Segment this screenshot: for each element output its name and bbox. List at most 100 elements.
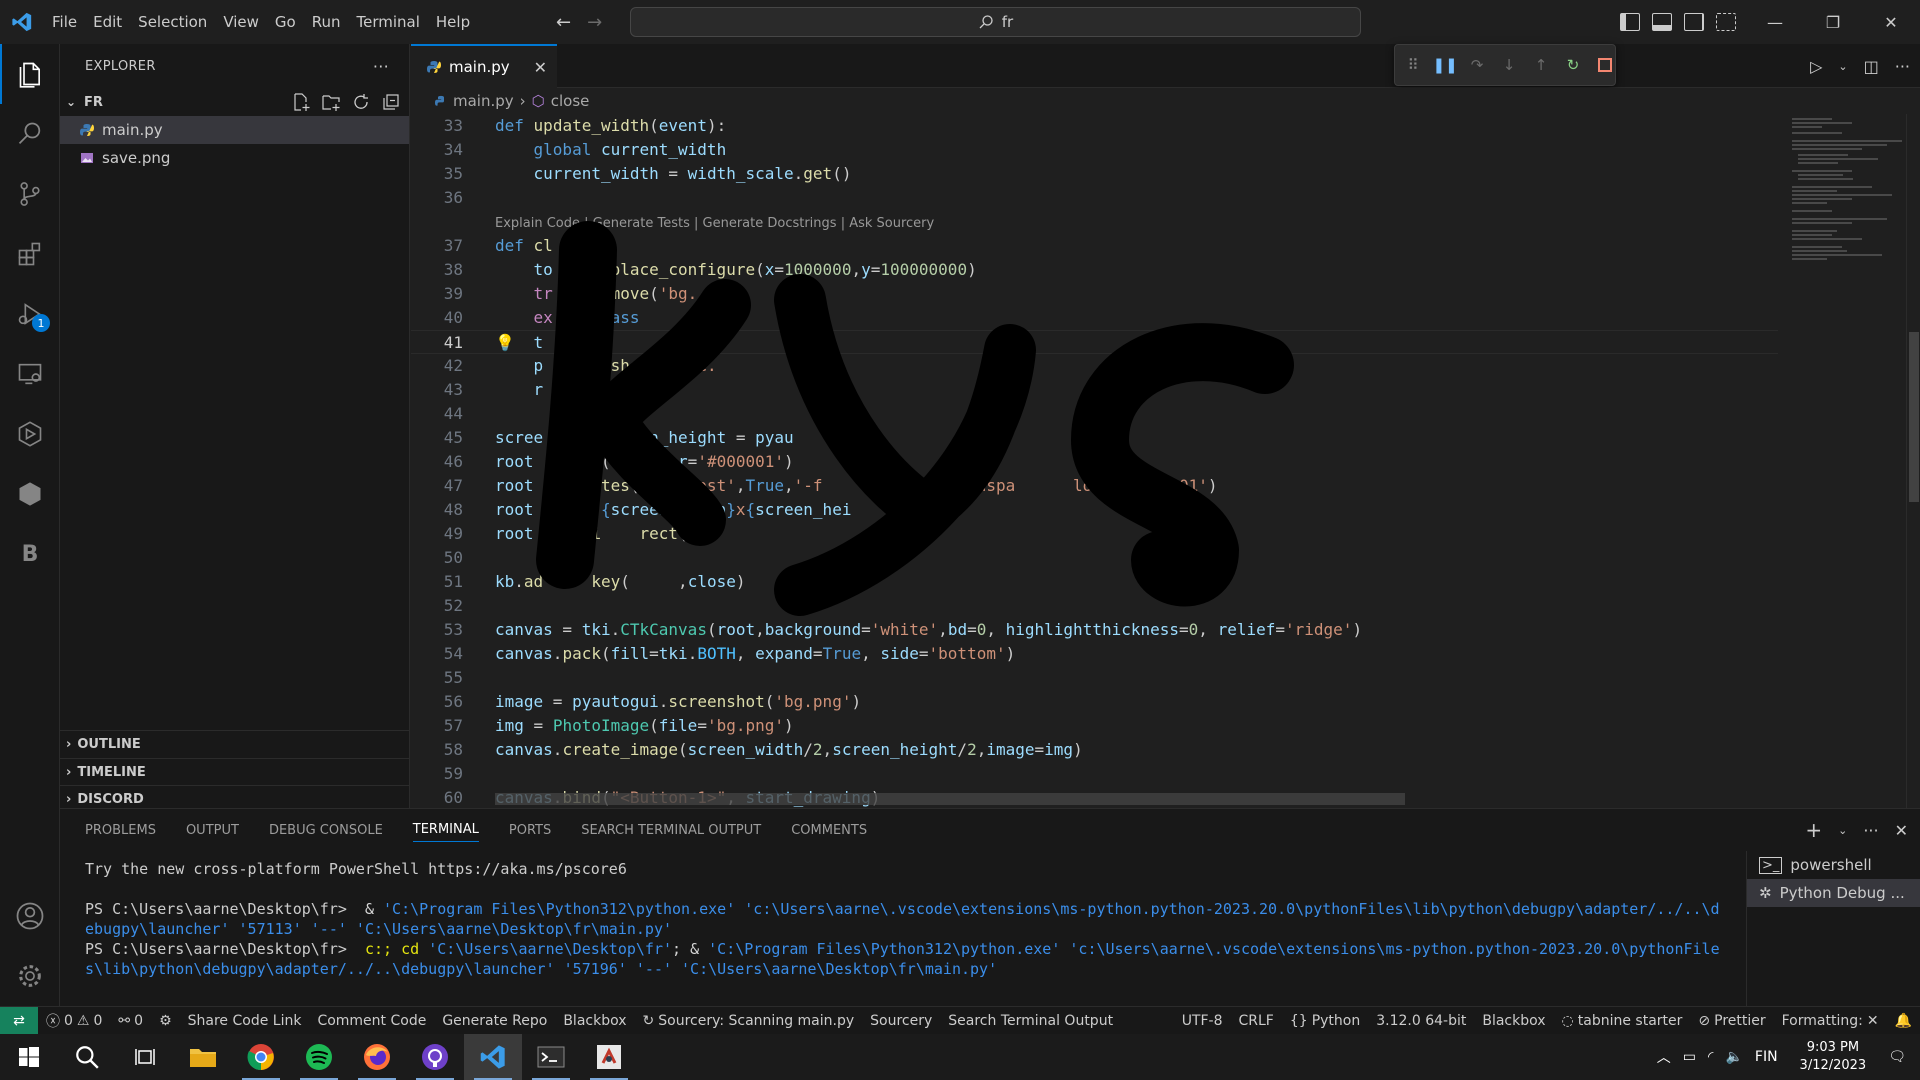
new-file-icon[interactable]: [291, 92, 311, 112]
menu-file[interactable]: File: [44, 0, 85, 44]
breadcrumb-symbol[interactable]: close: [551, 92, 590, 110]
stop-icon[interactable]: [1595, 55, 1615, 75]
breadcrumb-file[interactable]: main.py: [453, 92, 514, 110]
tab-main-py[interactable]: main.py ✕: [411, 44, 557, 88]
menu-go[interactable]: Go: [267, 0, 304, 44]
clock[interactable]: 9:03 PM 3/12/2023: [1790, 1039, 1877, 1075]
file-main-py[interactable]: main.py: [60, 116, 409, 144]
terminal-item-python-debug[interactable]: ✲ Python Debug ...: [1747, 879, 1920, 907]
toggle-secondary-sidebar-icon[interactable]: [1684, 13, 1704, 31]
more-actions-icon[interactable]: ···: [373, 57, 389, 76]
tab-terminal[interactable]: TERMINAL: [412, 822, 479, 842]
remote-indicator-icon[interactable]: ⇄: [0, 1006, 38, 1035]
tab-problems[interactable]: PROBLEMS: [85, 823, 156, 838]
vertical-scrollbar[interactable]: [1906, 114, 1920, 808]
customize-layout-icon[interactable]: [1716, 13, 1736, 31]
task-view-icon[interactable]: [116, 1034, 174, 1080]
settings-gear-icon[interactable]: [0, 946, 60, 1006]
ports-status[interactable]: ⚯ 0: [110, 1013, 151, 1029]
extensions-icon[interactable]: [0, 224, 60, 284]
section-outline[interactable]: › OUTLINE: [60, 730, 410, 757]
file-save-png[interactable]: save.png: [60, 144, 409, 172]
minimize-icon[interactable]: —: [1746, 0, 1804, 44]
taskbar-search-icon[interactable]: [58, 1034, 116, 1080]
step-over-icon[interactable]: ↷: [1467, 55, 1487, 75]
tab-debug-console[interactable]: DEBUG CONSOLE: [269, 823, 383, 838]
show-hidden-icons-chevron-icon[interactable]: ︿: [1657, 1047, 1671, 1067]
close-tab-icon[interactable]: ✕: [534, 58, 547, 77]
run-and-debug-icon[interactable]: 1: [0, 284, 60, 344]
tab-search-terminal-output[interactable]: SEARCH TERMINAL OUTPUT: [581, 823, 761, 838]
battery-icon[interactable]: ▭: [1683, 1049, 1696, 1065]
status-generate-repo[interactable]: Generate Repo: [434, 1013, 555, 1029]
explorer-icon[interactable]: [0, 44, 60, 104]
close-window-icon[interactable]: ✕: [1862, 0, 1920, 44]
volume-icon[interactable]: 🔈: [1725, 1049, 1742, 1065]
hexagon-extension-icon[interactable]: [0, 464, 60, 524]
menu-run[interactable]: Run: [304, 0, 349, 44]
more-actions-icon[interactable]: ···: [1895, 57, 1910, 76]
notifications-bell-icon[interactable]: 🔔: [1887, 1013, 1920, 1029]
scrollbar-thumb[interactable]: [1909, 332, 1919, 502]
terminal-output[interactable]: Try the new cross-platform PowerShell ht…: [85, 859, 1785, 979]
toggle-primary-sidebar-icon[interactable]: [1620, 13, 1640, 31]
terminal-dropdown-chevron-icon[interactable]: ⌄: [1838, 824, 1847, 837]
run-dropdown-chevron-icon[interactable]: ⌄: [1838, 60, 1847, 73]
codelens-actions[interactable]: Explain Code | Generate Tests | Generate…: [495, 214, 934, 234]
status-blackbox[interactable]: Blackbox: [555, 1013, 634, 1029]
tab-output[interactable]: OUTPUT: [186, 823, 239, 838]
restart-icon[interactable]: ↻: [1563, 55, 1583, 75]
status-language[interactable]: {} Python: [1282, 1013, 1368, 1029]
menu-help[interactable]: Help: [428, 0, 478, 44]
new-terminal-icon[interactable]: +: [1805, 818, 1822, 842]
menu-view[interactable]: View: [215, 0, 267, 44]
new-folder-icon[interactable]: [321, 92, 341, 112]
status-sourcery[interactable]: Sourcery: [862, 1013, 940, 1029]
status-tabnine[interactable]: ◌ tabnine starter: [1554, 1013, 1691, 1029]
github-desktop-icon[interactable]: [406, 1034, 464, 1080]
step-into-icon[interactable]: ↓: [1499, 55, 1519, 75]
split-editor-icon[interactable]: ◫: [1864, 57, 1879, 76]
input-language[interactable]: FIN: [1755, 1049, 1778, 1065]
status-search-terminal-output[interactable]: Search Terminal Output: [940, 1013, 1121, 1029]
remote-explorer-icon[interactable]: [0, 344, 60, 404]
section-timeline[interactable]: › TIMELINE: [60, 758, 410, 785]
notifications-icon[interactable]: 🗨: [1888, 1049, 1920, 1065]
horizontal-scrollbar[interactable]: [495, 793, 1405, 805]
tab-ports[interactable]: PORTS: [509, 823, 551, 838]
firefox-icon[interactable]: [348, 1034, 406, 1080]
step-out-icon[interactable]: ↑: [1531, 55, 1551, 75]
status-sourcery-scanning[interactable]: ↻ Sourcery: Scanning main.py: [635, 1013, 863, 1029]
source-control-icon[interactable]: [0, 164, 60, 224]
blackbox-icon[interactable]: B: [0, 524, 60, 584]
status-python-version[interactable]: 3.12.0 64-bit: [1368, 1013, 1474, 1029]
testing-icon[interactable]: [0, 404, 60, 464]
run-python-file-icon[interactable]: ▷: [1810, 57, 1822, 76]
accounts-icon[interactable]: [0, 886, 60, 946]
status-prettier[interactable]: ⊘ Prettier: [1690, 1013, 1773, 1029]
windows-start-icon[interactable]: [0, 1034, 58, 1080]
status-share-code-link[interactable]: Share Code Link: [180, 1013, 310, 1029]
close-panel-icon[interactable]: ✕: [1895, 821, 1908, 840]
code-editor[interactable]: Explain Code | Generate Tests | Generate…: [411, 114, 1778, 808]
more-actions-icon[interactable]: ···: [1863, 821, 1878, 840]
restore-icon[interactable]: ❐: [1804, 0, 1862, 44]
status-eol[interactable]: CRLF: [1231, 1013, 1282, 1029]
status-formatting[interactable]: Formatting: ✕: [1774, 1013, 1887, 1029]
drag-handle-icon[interactable]: ⠿: [1403, 55, 1423, 75]
network-icon[interactable]: ◜: [1708, 1049, 1713, 1065]
minimap[interactable]: [1780, 114, 1906, 808]
refresh-icon[interactable]: [351, 92, 371, 112]
tab-comments[interactable]: COMMENTS: [791, 823, 867, 838]
menu-terminal[interactable]: Terminal: [349, 0, 428, 44]
problems-status[interactable]: ⓧ 0 ⚠ 0: [38, 1011, 110, 1031]
back-arrow-icon[interactable]: ←: [556, 12, 571, 33]
status-encoding[interactable]: UTF-8: [1174, 1013, 1231, 1029]
forward-arrow-icon[interactable]: →: [587, 12, 602, 33]
status-comment-code[interactable]: Comment Code: [309, 1013, 434, 1029]
command-center-search[interactable]: fr: [630, 7, 1361, 37]
debug-status-icon[interactable]: ⚙: [151, 1013, 180, 1029]
menu-edit[interactable]: Edit: [85, 0, 130, 44]
python-app-icon[interactable]: [580, 1034, 638, 1080]
terminal-app-icon[interactable]: [522, 1034, 580, 1080]
